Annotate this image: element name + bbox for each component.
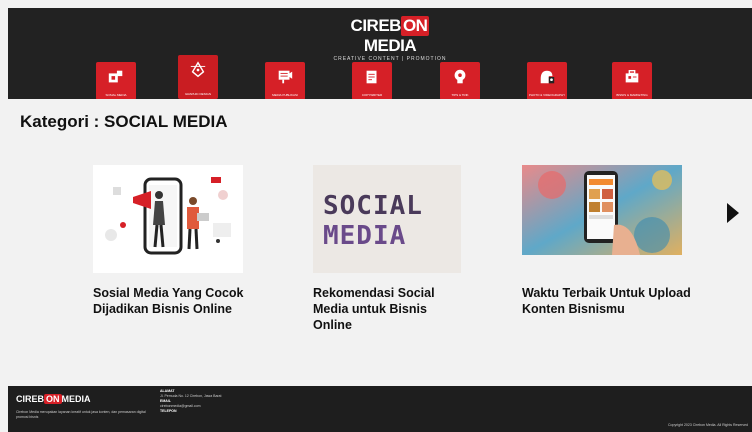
article-title[interactable]: Rekomendasi Social Media untuk Bisnis On… [313,285,468,333]
billboard-icon [278,70,293,84]
carousel-next-arrow-icon[interactable] [727,203,739,223]
category-nav: Sosial Media Graphic Design Media Publik… [8,54,752,100]
article-card[interactable]: SOCIAL MEDIA Rekomendasi Social Media un… [313,165,468,333]
article-card[interactable]: Sosial Media Yang Cocok Dijadikan Bisnis… [93,165,258,317]
category-social-media[interactable]: Sosial Media [96,62,136,100]
category-label: Photo & Videography [528,93,566,97]
footer-logo-right: MEDIA [61,394,91,404]
lightbulb-head-icon [454,69,466,84]
article-thumbnail[interactable] [522,165,682,255]
category-copywriter[interactable]: Copywriter [352,62,392,100]
camera-person-icon [540,70,555,84]
document-edit-icon [366,70,377,84]
category-label: Sosial Media [105,93,127,97]
logo-right-text: MEDIA [363,36,417,55]
footer-copyright: Copyright 2023 Cirebon Media. All Rights… [668,423,748,427]
site-footer: CIREB ON MEDIA Cirebon Media merupakan lay… [8,386,752,432]
category-label: Tips & Trik [451,93,469,97]
article-title[interactable]: Sosial Media Yang Cocok Dijadikan Bisnis… [93,285,258,317]
logo-mid-text: ON [400,16,430,36]
main-content: Kategori : SOCIAL MEDIA Sosial Media Yan… [8,99,752,386]
article-thumbnail[interactable] [93,165,243,273]
logo-left-text: CIREB [350,16,402,35]
category-label: Media Publikasi [272,93,298,97]
category-graphic-design[interactable]: Graphic Design [178,55,218,99]
pen-tool-icon [190,61,206,78]
page: CIREB ONMEDIA CREATIVE CONTENT | PROMOTIO… [0,0,752,432]
category-label: Copywriter [361,93,383,97]
phone-photo-illustration [522,165,682,255]
footer-telepon-label: TELEPON [160,409,177,413]
category-photo-videography[interactable]: Photo & Videography [527,62,567,100]
footer-logo-mid: ON [44,394,62,404]
social-media-illustration [93,165,243,273]
article-thumbnail[interactable]: SOCIAL MEDIA [313,165,461,273]
article-title[interactable]: Waktu Terbaik Untuk Upload Konten Bisnis… [522,285,707,317]
briefcase-icon [625,70,639,83]
category-media-publikasi[interactable]: Media Publikasi [265,62,305,100]
footer-logo-left: CIREB [16,394,45,404]
footer-contact: ALAMAT Jl. Pemuda No. 12 Cirebon, Jawa B… [160,389,340,414]
thumb-text-social: SOCIAL [323,191,423,221]
social-media-icon [108,70,123,83]
category-tips-trik[interactable]: Tips & Trik [440,62,480,100]
site-header: CIREB ONMEDIA CREATIVE CONTENT | PROMOTIO… [8,8,752,100]
footer-logo[interactable]: CIREB ON MEDIA [16,394,91,404]
category-label: Bisnis & Marketing [616,93,648,97]
footer-description: Cirebon Media merupakan layanan kreatif … [16,410,146,419]
category-bisnis-marketing[interactable]: Bisnis & Marketing [612,62,652,100]
article-card[interactable]: Waktu Terbaik Untuk Upload Konten Bisnis… [522,165,707,317]
page-title: Kategori : SOCIAL MEDIA [20,112,228,131]
category-label: Graphic Design [184,92,211,96]
site-logo[interactable]: CIREB ONMEDIA CREATIVE CONTENT | PROMOTIO… [325,16,455,62]
thumb-text-media: MEDIA [323,221,407,251]
